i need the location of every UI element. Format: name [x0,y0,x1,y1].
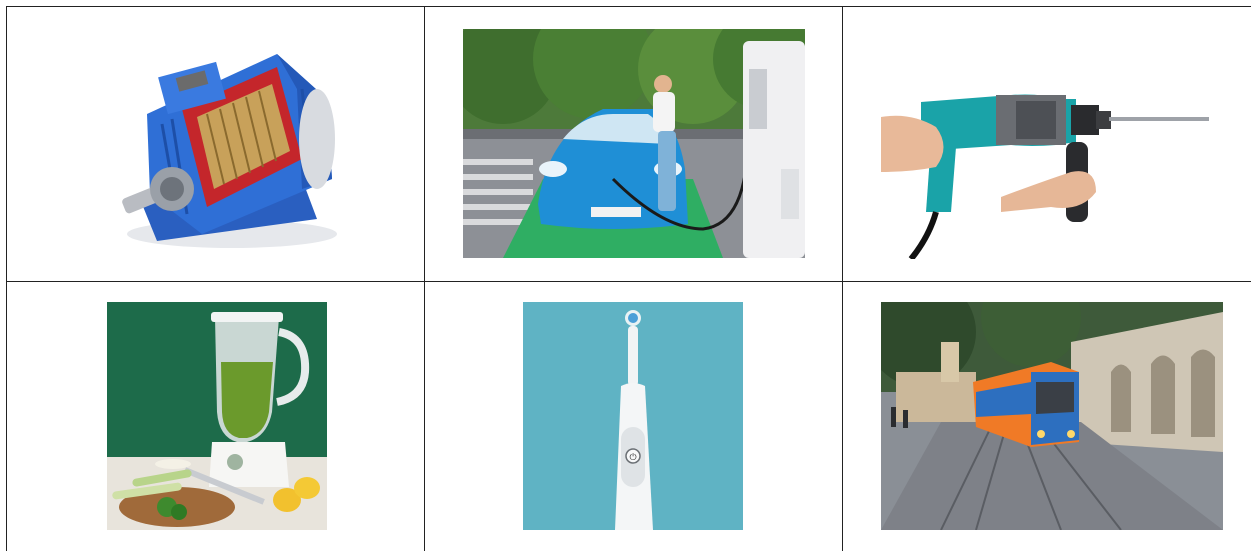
electric-motor-image [102,29,347,259]
svg-text:⏻: ⏻ [629,452,636,463]
blender-image [107,302,327,530]
electric-toothbrush-image: ⏻ [523,302,743,530]
tram-image [881,302,1223,530]
grid-cell-electric-toothbrush: ⏻ [425,282,843,551]
grid-cell-blender [7,282,425,551]
power-drill-image [881,87,1213,259]
grid-cell-tram [843,282,1251,551]
image-grid: ⏻ [6,6,1251,551]
grid-cell-ev-charging [425,7,843,282]
grid-cell-electric-motor [7,7,425,282]
ev-charging-image [463,29,805,258]
grid-cell-power-drill [843,7,1251,282]
